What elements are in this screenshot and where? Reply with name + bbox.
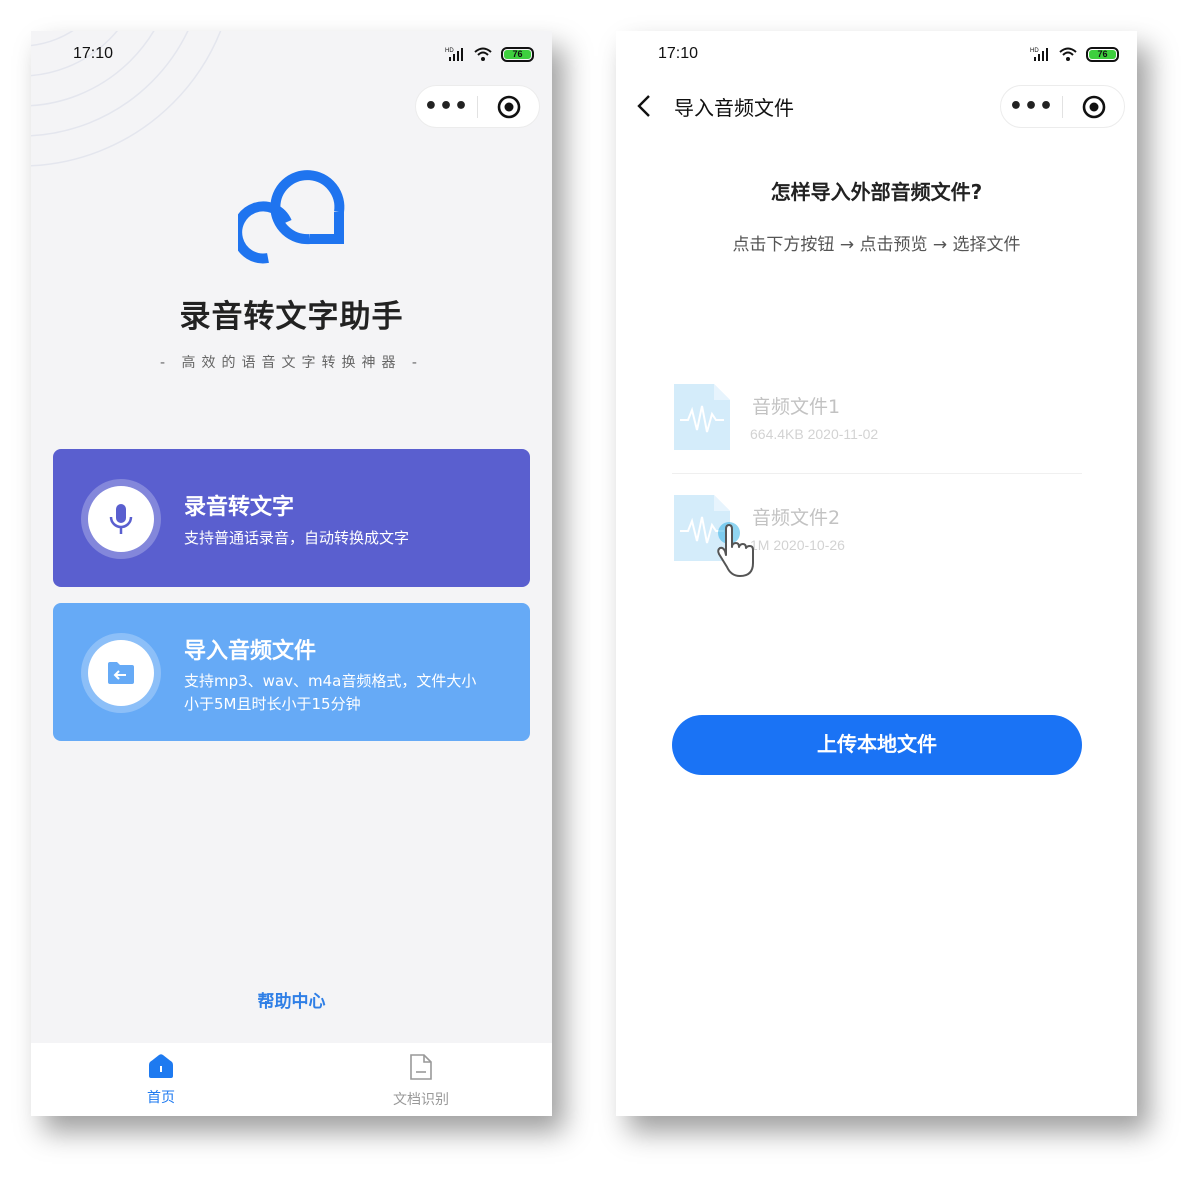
status-icons: HD 76	[445, 45, 534, 63]
file-list-item: 音频文件1 664.4KB 2020-11-02	[672, 378, 1082, 474]
app-logo-icon	[238, 170, 345, 264]
file-name: 音频文件1	[752, 396, 841, 418]
tab-label: 首页	[147, 1090, 175, 1106]
app-subtitle: - 高效的语音文字转换神器 -	[159, 355, 423, 371]
battery-level: 76	[1089, 49, 1116, 59]
close-miniprogram-icon[interactable]	[478, 95, 539, 119]
signal-icon: HD	[1030, 48, 1048, 61]
tab-label: 文档识别	[393, 1092, 449, 1108]
card-description: 支持普通话录音，自动转换成文字	[184, 529, 410, 547]
more-icon[interactable]: •••	[1001, 95, 1062, 117]
page-title: 导入音频文件	[674, 96, 794, 120]
folder-import-icon	[88, 640, 154, 706]
tab-bar: 首页 文档识别	[31, 1043, 552, 1116]
close-miniprogram-icon[interactable]	[1063, 95, 1124, 119]
tap-hand-icon	[717, 522, 754, 577]
home-icon	[149, 1054, 173, 1078]
record-to-text-card[interactable]: 录音转文字 支持普通话录音，自动转换成文字	[53, 449, 530, 587]
decorative-rings	[31, 31, 222, 167]
instruction-steps: 点击下方按钮 → 点击预览 → 选择文件	[732, 235, 1021, 255]
back-arrow-icon[interactable]	[636, 94, 652, 122]
wifi-icon	[474, 47, 492, 61]
svg-text:HD: HD	[445, 48, 454, 54]
help-center-link[interactable]: 帮助中心	[31, 987, 552, 1012]
battery-icon: 76	[1086, 46, 1119, 62]
battery-level: 76	[504, 49, 531, 59]
card-description: 支持mp3、wav、m4a音频格式，文件大小小于5M且时长小于15分钟	[184, 672, 477, 713]
document-icon	[410, 1054, 432, 1080]
wifi-icon	[1059, 47, 1077, 61]
instruction-title: 怎样导入外部音频文件?	[770, 180, 983, 204]
file-meta: 664.4KB 2020-11-02	[750, 426, 879, 442]
signal-icon: HD	[445, 48, 463, 61]
status-time: 17:10	[658, 45, 699, 62]
tab-document-recognition[interactable]: 文档识别	[361, 1053, 481, 1109]
app-title: 录音转文字助手	[179, 299, 404, 335]
svg-text:HD: HD	[1030, 48, 1039, 54]
status-icons: HD 76	[1030, 45, 1119, 63]
card-title: 录音转文字	[184, 495, 295, 520]
import-audio-card[interactable]: 导入音频文件 支持mp3、wav、m4a音频格式，文件大小小于5M且时长小于15…	[53, 603, 530, 741]
upload-local-file-button[interactable]: 上传本地文件	[672, 715, 1082, 775]
miniprogram-capsule: •••	[415, 85, 540, 128]
battery-icon: 76	[501, 46, 534, 62]
more-icon[interactable]: •••	[416, 95, 477, 117]
status-time: 17:10	[73, 45, 114, 62]
import-audio-screen: 17:10 HD 76 导入音频文件 ••• 怎样导入外部音频文件? 点击下方按…	[616, 31, 1137, 1116]
home-screen: 17:10 HD 76 ••• 录音转文字助手 - 高效的语音文字转换神器 -	[31, 31, 552, 1116]
microphone-icon	[88, 486, 154, 552]
miniprogram-capsule: •••	[1000, 85, 1125, 128]
tab-home[interactable]: 首页	[101, 1053, 221, 1107]
card-title: 导入音频文件	[184, 639, 317, 664]
audio-file-icon	[674, 384, 730, 450]
